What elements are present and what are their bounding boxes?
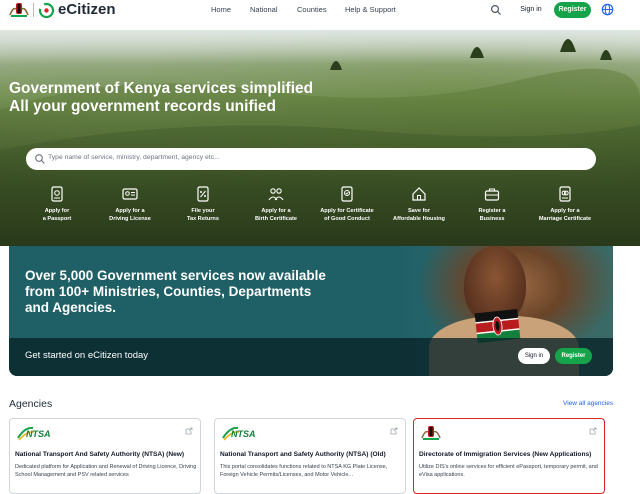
marriage-certificate-icon xyxy=(559,186,571,202)
search-icon xyxy=(35,154,45,164)
agency-card-description: Utilize DIS's online services for effici… xyxy=(419,464,598,478)
view-all-agencies-link[interactable]: View all agencies xyxy=(563,400,613,407)
promo-banner: Over 5,000 Government services now avail… xyxy=(9,246,613,376)
agency-card-title: National Transport and Safety Authority … xyxy=(220,451,386,458)
quick-link-label: Register a Business xyxy=(478,208,506,222)
tax-returns-icon xyxy=(197,186,209,202)
search-placeholder: Type name of service, ministry, departme… xyxy=(48,154,220,161)
promo-cta-strip: Get started on eCitizen today Sign in Re… xyxy=(9,338,613,376)
language-globe-icon[interactable] xyxy=(601,3,614,16)
ecitizen-logo-icon[interactable] xyxy=(38,2,55,19)
quick-link-birth-certificate[interactable]: Apply for a Birth Certificate xyxy=(241,185,311,223)
quick-link-label: Apply for a Marriage Certificate xyxy=(538,208,592,222)
service-search-input[interactable]: Type name of service, ministry, departme… xyxy=(26,148,596,170)
nav-national[interactable]: National xyxy=(250,5,278,14)
register-button[interactable]: Register xyxy=(554,2,591,18)
quick-link-label: File your Tax Returns xyxy=(187,208,219,222)
business-icon xyxy=(484,188,500,201)
hero-title-line1: Government of Kenya services xyxy=(9,80,241,97)
promo-line-1: Over 5,000 Government services now avail… xyxy=(25,268,326,283)
birth-certificate-icon xyxy=(268,188,284,201)
quick-link-label: Apply for a Driving License xyxy=(109,208,151,222)
agency-card-ntsa-old[interactable]: NTSA National Transport and Safety Autho… xyxy=(214,418,406,494)
brand-divider xyxy=(33,3,34,17)
external-link-icon[interactable] xyxy=(185,427,193,435)
nav-home[interactable]: Home xyxy=(211,5,231,14)
search-icon[interactable] xyxy=(490,4,502,16)
quick-link-label: Apply for Certificate of Good Conduct xyxy=(320,208,374,222)
nav-help-support[interactable]: Help & Support xyxy=(345,5,396,14)
quick-link-driving-license[interactable]: Apply for a Driving License xyxy=(95,185,165,223)
agencies-heading: Agencies xyxy=(9,398,53,410)
agency-card-description: Dedicated platform for Application and R… xyxy=(15,464,197,478)
driving-license-icon xyxy=(122,188,138,200)
hero-banner: Government of Kenya services simplified … xyxy=(0,30,640,246)
promo-register-button[interactable]: Register xyxy=(555,348,592,364)
quick-link-label: Apply for a Passport xyxy=(42,208,72,222)
hero-title: Government of Kenya services simplified … xyxy=(9,80,313,116)
kenya-coat-of-arms-icon xyxy=(9,3,29,17)
quick-link-tax-returns[interactable]: File your Tax Returns xyxy=(168,185,238,223)
hero-title-line2: All your government records xyxy=(9,98,226,115)
quick-link-passport[interactable]: Apply for a Passport xyxy=(22,185,92,223)
quick-link-label: Save for Affordable Housing xyxy=(393,208,445,222)
promo-sign-in-button[interactable]: Sign in xyxy=(518,348,550,364)
agency-logo-text: NTSA xyxy=(26,429,51,439)
nav-counties[interactable]: Counties xyxy=(297,5,327,14)
hero-title-line2-emphasis: unified xyxy=(225,98,277,115)
agency-card-immigration[interactable]: Directorate of Immigration Services (New… xyxy=(413,418,605,494)
good-conduct-icon xyxy=(341,186,353,202)
quick-link-register-business[interactable]: Register a Business xyxy=(457,185,527,223)
agency-card-title: Directorate of Immigration Services (New… xyxy=(419,451,592,458)
coat-of-arms-logo-icon xyxy=(421,426,441,440)
agency-logo-text: NTSA xyxy=(231,429,256,439)
promo-line-3: and Agencies. xyxy=(25,300,117,315)
agency-card-description: This portal consolidates functions relat… xyxy=(220,464,388,478)
quick-link-label: Apply for a Birth Certificate xyxy=(255,208,297,222)
promo-cta-text: Get started on eCitizen today xyxy=(25,350,149,361)
passport-icon xyxy=(51,186,63,202)
hero-title-line1-emphasis: simplified xyxy=(240,80,314,97)
top-navigation-bar: eCitizen Home National Counties Help & S… xyxy=(0,0,640,22)
agency-card-ntsa-new[interactable]: NTSA National Transport And Safety Autho… xyxy=(9,418,201,494)
quick-link-affordable-housing[interactable]: Save for Affordable Housing xyxy=(384,185,454,223)
housing-icon xyxy=(412,187,426,201)
external-link-icon[interactable] xyxy=(589,427,597,435)
promo-line-2: from 100+ Ministries, Counties, Departme… xyxy=(25,284,312,299)
sign-in-button[interactable]: Sign in xyxy=(515,3,547,17)
agency-card-title: National Transport And Safety Authority … xyxy=(15,451,185,458)
ntsa-logo-icon: NTSA xyxy=(222,426,256,441)
external-link-icon[interactable] xyxy=(390,427,398,435)
quick-link-good-conduct[interactable]: Apply for Certificate of Good Conduct xyxy=(312,185,382,223)
promo-headline: Over 5,000 Government services now avail… xyxy=(25,268,326,316)
quick-link-marriage-certificate[interactable]: Apply for a Marriage Certificate xyxy=(530,185,600,223)
ntsa-logo-icon: NTSA xyxy=(17,426,51,441)
brand-name[interactable]: eCitizen xyxy=(58,1,116,18)
